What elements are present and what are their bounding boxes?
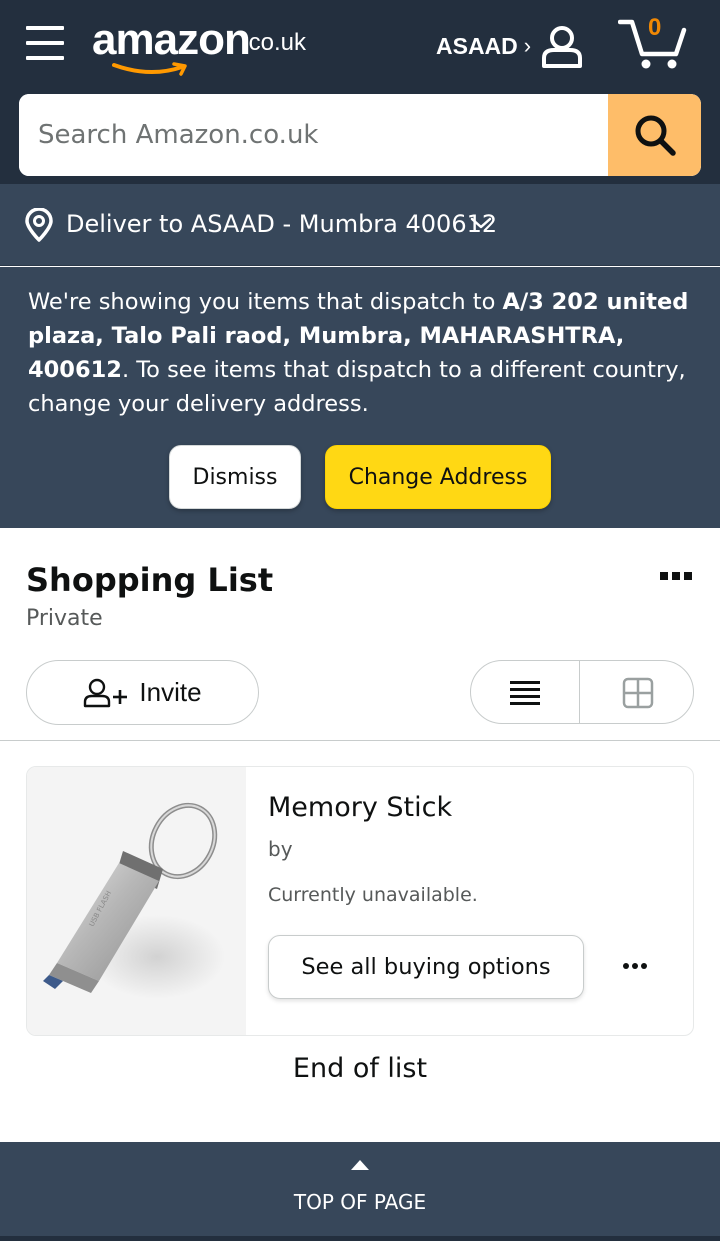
- top-of-page-button[interactable]: TOP OF PAGE: [0, 1142, 720, 1236]
- list-item[interactable]: USB FLASH Memory Stick by Currently unav…: [26, 766, 694, 1036]
- search-icon: [635, 115, 676, 156]
- list-view-button[interactable]: [471, 661, 580, 723]
- usb-flash-drive-image: USB FLASH: [43, 802, 225, 999]
- search-input[interactable]: [19, 94, 609, 176]
- invite-button[interactable]: Invite: [26, 660, 259, 725]
- notice-intro: We're showing you items that dispatch to: [28, 289, 503, 315]
- add-person-icon: [84, 678, 128, 707]
- dismiss-button[interactable]: Dismiss: [169, 445, 301, 509]
- notice-message: We're showing you items that dispatch to…: [28, 285, 698, 421]
- top-header: amazon .co.uk ASAAD › 0: [0, 0, 720, 184]
- invite-label: Invite: [139, 677, 202, 707]
- grid-view-icon: [622, 677, 653, 709]
- footer-strip: [0, 1236, 720, 1241]
- logo-wordmark: amazon: [92, 15, 251, 64]
- end-of-list-text: End of list: [292, 1053, 428, 1084]
- more-options-icon[interactable]: [656, 568, 696, 584]
- deliver-to-bar[interactable]: Deliver to ASAAD - Mumbra 400612: [0, 184, 720, 266]
- search-button[interactable]: [608, 94, 701, 176]
- logo-smile-icon: [112, 62, 187, 76]
- hamburger-menu-icon[interactable]: [26, 26, 64, 60]
- cart-count: 0: [648, 14, 662, 41]
- item-title[interactable]: Memory Stick: [268, 791, 452, 825]
- item-byline: by: [268, 837, 293, 861]
- account-name: ASAAD: [436, 32, 518, 59]
- search-bar: [19, 94, 701, 176]
- list-privacy: Private: [26, 606, 103, 631]
- availability-status: Currently unavailable.: [268, 884, 478, 906]
- location-pin-icon: [25, 208, 53, 242]
- top-of-page-label: TOP OF PAGE: [293, 1190, 427, 1214]
- view-toggle: [470, 660, 694, 724]
- dispatch-notice: We're showing you items that dispatch to…: [0, 267, 720, 528]
- chevron-down-icon: [470, 217, 492, 229]
- user-icon: [542, 26, 582, 68]
- grid-view-button[interactable]: [580, 661, 693, 723]
- deliver-to-text: Deliver to ASAAD - Mumbra 400612: [66, 210, 498, 238]
- list-title: Shopping List: [26, 561, 274, 599]
- see-all-buying-options-button[interactable]: See all buying options: [268, 935, 584, 999]
- caret-up-icon: [351, 1160, 369, 1170]
- product-image[interactable]: USB FLASH: [27, 767, 246, 1035]
- list-view-icon: [510, 681, 540, 705]
- cart-button[interactable]: 0: [618, 14, 688, 74]
- item-more-icon[interactable]: [623, 963, 649, 971]
- section-divider: [0, 740, 720, 741]
- amazon-logo[interactable]: amazon .co.uk: [92, 14, 322, 76]
- account-link[interactable]: ASAAD ›: [436, 22, 582, 70]
- notice-outro: . To see items that dispatch to a differ…: [28, 357, 686, 417]
- logo-domain: .co.uk: [242, 29, 307, 56]
- change-address-button[interactable]: Change Address: [325, 445, 551, 509]
- account-chevron: ›: [523, 33, 532, 58]
